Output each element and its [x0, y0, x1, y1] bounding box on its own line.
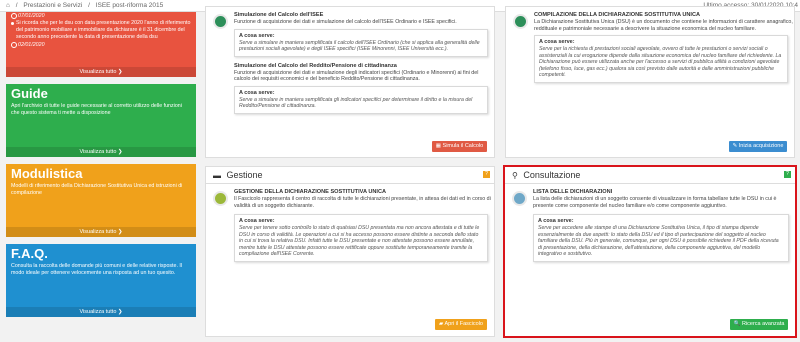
simulazione-isee-info-box: A cosa serve: Serve a simulare in manier…	[234, 28, 488, 57]
consultazione-panel: ⚲ Consultazione ? LISTA DELLE DICHIARAZI…	[503, 165, 797, 338]
simulazione-isee-item: Simulazione del Calcolo dell'ISEE Funzio…	[206, 12, 494, 57]
simulazione-isee-desc: Funzione di acquisizione dei dati e simu…	[234, 19, 457, 25]
help-icon[interactable]: ?	[784, 171, 791, 178]
consultazione-desc: La lista delle dichiarazioni di un sogge…	[533, 196, 777, 209]
news-date: 07/01/2020	[6, 12, 196, 20]
home-icon[interactable]: ⌂	[6, 2, 10, 9]
consultazione-heading: Consultazione	[523, 170, 581, 180]
document-icon	[513, 14, 528, 29]
modulistica-view-all-link[interactable]: Visualizza tutto ❯	[6, 227, 196, 237]
gestione-info-box: A cosa serve: Serve per tenere sotto con…	[234, 214, 488, 262]
faq-view-all-link[interactable]: Visualizza tutto ❯	[6, 307, 196, 317]
guide-tile[interactable]: Guide Apri l'archivio di tutte le guide …	[6, 84, 196, 157]
guide-title: Guide	[11, 86, 48, 101]
gestione-desc: Il Fascicolo rappresenta il centro di ra…	[234, 196, 491, 209]
breadcrumb-isee: ISEE post-riforma 2015	[95, 2, 164, 9]
consultazione-title: LISTA DELLE DICHIARAZIONI	[533, 189, 613, 195]
guide-view-all-link[interactable]: Visualizza tutto ❯	[6, 147, 196, 157]
ricerca-avanzata-button[interactable]: 🔍 Ricerca avanzata	[730, 319, 788, 330]
compilazione-panel: COMPILAZIONE DELLA DICHIARAZIONE SOSTITU…	[505, 6, 795, 158]
faq-text: Consulta la raccolta delle domande più c…	[11, 263, 183, 276]
compilazione-info-box: A cosa serve: Serve per la richiesta di …	[534, 35, 788, 83]
consultazione-item: LISTA DELLE DICHIARAZIONI La lista delle…	[505, 189, 795, 262]
simulazione-reddito-title: Simulazione del Calcolo del Reddito/Pens…	[234, 62, 397, 69]
simulazione-panel: Simulazione del Calcolo dell'ISEE Funzio…	[205, 6, 495, 158]
simulazione-reddito-desc: Funzione di acquisizione dei dati e simu…	[234, 69, 479, 83]
modulistica-text: Modelli di riferimento della Dichiarazio…	[11, 183, 183, 196]
compilazione-desc: La Dichiarazione Sostitutiva Unica (DSU)…	[534, 19, 793, 32]
guide-text: Apri l'archivio di tutte le guide necess…	[11, 103, 182, 116]
list-icon	[512, 191, 527, 206]
simula-calcolo-button[interactable]: ▦ Simula il Calcolo	[432, 141, 487, 152]
breadcrumb: ⌂ / Prestazioni e Servizi / ISEE post-ri…	[6, 2, 164, 9]
news-tile: 07/01/2020 Si ricorda che per le dsu con…	[6, 12, 196, 77]
consultazione-info-box: A cosa serve: Serve per accedere alle st…	[533, 214, 789, 262]
faq-title: F.A.Q.	[11, 246, 48, 261]
compilazione-title: COMPILAZIONE DELLA DICHIARAZIONE SOSTITU…	[534, 12, 701, 18]
gestione-title: GESTIONE DELLA DICHIARAZIONE SOSTITUTIVA…	[234, 189, 387, 195]
news-date: 02/01/2020	[6, 41, 196, 49]
folder-icon: ▬	[213, 171, 221, 180]
simulazione-reddito-info-box: A cosa serve: Serve a simulare in manier…	[234, 85, 488, 114]
gestione-item: GESTIONE DELLA DICHIARAZIONE SOSTITUTIVA…	[206, 189, 494, 262]
gestione-panel: ▬ Gestione ? GESTIONE DELLA DICHIARAZION…	[205, 166, 495, 337]
gestione-header: ▬ Gestione ?	[206, 167, 494, 184]
folder-icon	[213, 191, 228, 206]
compilazione-item: COMPILAZIONE DELLA DICHIARAZIONE SOSTITU…	[506, 12, 794, 83]
gestione-heading: Gestione	[226, 170, 263, 180]
simulazione-isee-title: Simulazione del Calcolo dell'ISEE	[234, 12, 324, 18]
consultazione-header: ⚲ Consultazione ?	[505, 167, 795, 184]
modulistica-title: Modulistica	[11, 166, 83, 181]
calculator-icon	[213, 14, 228, 29]
faq-tile[interactable]: F.A.Q. Consulta la raccolta delle domand…	[6, 244, 196, 317]
inizia-acquisizione-button[interactable]: ✎ Inizia acquisizione	[729, 141, 787, 152]
search-icon: ⚲	[512, 171, 518, 180]
simulazione-reddito-item: Simulazione del Calcolo del Reddito/Pens…	[206, 63, 494, 114]
breadcrumb-prestazioni[interactable]: Prestazioni e Servizi	[23, 2, 82, 9]
modulistica-tile[interactable]: Modulistica Modelli di riferimento della…	[6, 164, 196, 237]
news-view-all-link[interactable]: Visualizza tutto ❯	[6, 67, 196, 77]
news-text: Si ricorda che per le dsu con data prese…	[6, 20, 196, 41]
apri-fascicolo-button[interactable]: ▰ Apri il Fascicolo	[435, 319, 487, 330]
help-icon[interactable]: ?	[483, 171, 490, 178]
